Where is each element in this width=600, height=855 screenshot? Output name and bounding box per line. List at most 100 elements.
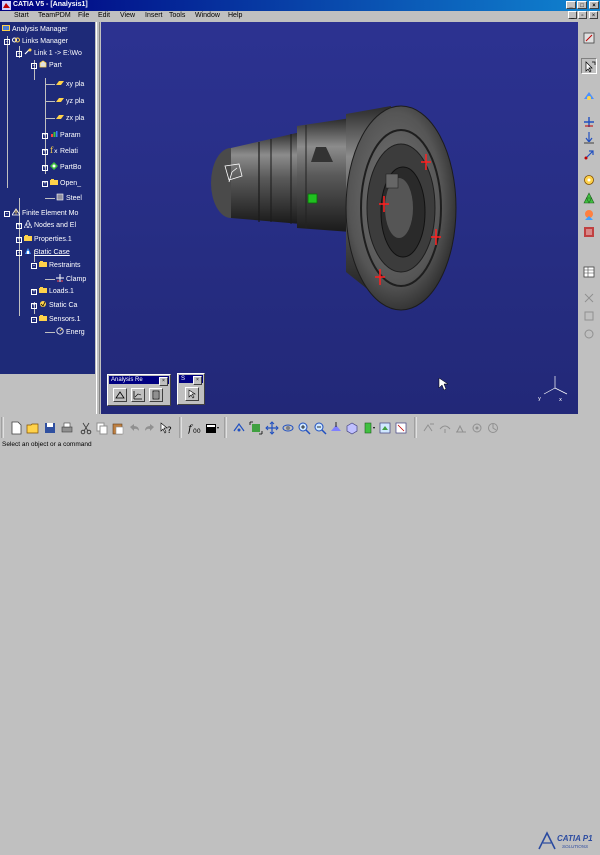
undo-button[interactable]	[126, 420, 142, 436]
paste-button[interactable]	[110, 420, 126, 436]
menu-help[interactable]: Help	[228, 12, 242, 19]
collapse-toggle[interactable]: -	[31, 263, 37, 269]
load-tool-button[interactable]	[581, 130, 597, 146]
whats-this-button[interactable]: ?	[158, 420, 174, 436]
deformation-button[interactable]	[113, 388, 127, 402]
expand-toggle[interactable]: +	[42, 165, 48, 171]
copy-button[interactable]	[94, 420, 110, 436]
new-button[interactable]	[8, 420, 24, 436]
expand-toggle[interactable]: +	[42, 181, 48, 187]
tree-node-properties[interactable]: + Properties.1	[16, 234, 72, 244]
view-select-button[interactable]	[344, 420, 360, 436]
tree-node-partbody[interactable]: + PartBo	[42, 162, 81, 172]
specification-tree[interactable]: Analysis Manager - Links Manager - Link 1 …	[0, 22, 95, 374]
swap-space-button[interactable]	[393, 420, 409, 436]
tree-node-part[interactable]: - Part	[31, 60, 62, 70]
load-marker[interactable]	[307, 193, 318, 204]
disabled-tool-button-3[interactable]	[581, 326, 597, 342]
analysis-tool-button-3[interactable]	[453, 420, 469, 436]
mesh-tool-button[interactable]	[581, 190, 597, 206]
pan-button[interactable]	[264, 420, 280, 436]
menu-teampdm[interactable]: TeamPDM	[38, 12, 71, 19]
collapse-toggle[interactable]: -	[4, 211, 10, 217]
table-tool-button[interactable]	[581, 264, 597, 280]
tree-node-restraints[interactable]: - Restraints	[31, 260, 81, 270]
menu-edit[interactable]: Edit	[98, 12, 110, 19]
compute-tool-button[interactable]	[581, 172, 597, 188]
collapse-toggle[interactable]: -	[31, 63, 37, 69]
disabled-tool-button-1[interactable]	[581, 290, 597, 306]
analysis-results-toolbar[interactable]: Analysis Re ×	[107, 374, 171, 406]
menu-insert[interactable]: Insert	[145, 12, 163, 19]
restraint-tool-button[interactable]	[581, 114, 597, 130]
expand-toggle[interactable]: +	[16, 237, 22, 243]
menu-window[interactable]: Window	[195, 12, 220, 19]
tree-node-clamp[interactable]: Clamp	[56, 274, 86, 284]
3d-viewport[interactable]: x y Analysis Re × S ×	[101, 22, 578, 414]
expand-toggle[interactable]: +	[42, 149, 48, 155]
displacement-button[interactable]	[149, 388, 163, 402]
expand-toggle[interactable]: +	[31, 303, 37, 309]
collapse-toggle[interactable]: -	[4, 39, 10, 45]
tree-node-links-manager[interactable]: - Links Manager	[4, 36, 68, 46]
select-tool-button[interactable]	[581, 58, 597, 74]
menu-view[interactable]: View	[120, 12, 135, 19]
expand-toggle[interactable]: +	[42, 133, 48, 139]
von-mises-button[interactable]	[131, 388, 145, 402]
fit-all-button[interactable]	[248, 420, 264, 436]
report-tool-button[interactable]	[581, 224, 597, 240]
tree-node-loads[interactable]: + Loads.1	[31, 286, 74, 296]
doc-minimize-button[interactable]: _	[568, 11, 577, 19]
tree-node-static-case[interactable]: - Static Case	[16, 247, 70, 257]
tree-node-static-solution[interactable]: + Static Ca	[31, 300, 77, 310]
open-button[interactable]	[25, 420, 41, 436]
menu-start[interactable]: Start	[14, 12, 29, 19]
tree-node-open-body[interactable]: + Open_	[42, 178, 81, 188]
save-button[interactable]	[42, 420, 58, 436]
formula-button[interactable]: f 00	[187, 420, 203, 436]
pointer-tool-button[interactable]	[185, 387, 199, 401]
cut-button[interactable]	[78, 420, 94, 436]
expand-toggle[interactable]: +	[16, 223, 22, 229]
sketch-tool-button[interactable]	[581, 30, 597, 46]
fly-mode-button[interactable]	[231, 420, 247, 436]
tree-node-link[interactable]: - Link 1 -> E:\Wo	[16, 48, 82, 58]
expand-toggle[interactable]: +	[31, 289, 37, 295]
analysis-tool-button-1[interactable]	[421, 420, 437, 436]
small-floating-toolbar[interactable]: S ×	[177, 373, 205, 405]
catia-app-icon[interactable]	[2, 1, 11, 10]
part-geometry[interactable]: x y	[101, 22, 578, 414]
disabled-tool-button-2[interactable]	[581, 308, 597, 324]
normal-view-button[interactable]	[328, 420, 344, 436]
tree-node-parameters[interactable]: + Param	[42, 130, 81, 140]
doc-restore-button[interactable]: ▫	[578, 11, 587, 19]
tree-node-analysis-manager[interactable]: Analysis Manager	[2, 24, 68, 34]
maximize-button[interactable]: □	[577, 1, 587, 9]
image-tool-button[interactable]	[581, 207, 597, 223]
tree-node-yz-plane[interactable]: yz pla	[56, 96, 84, 106]
analysis-tool-button-5[interactable]	[485, 420, 501, 436]
collapse-toggle[interactable]: -	[31, 317, 37, 323]
print-button[interactable]	[59, 420, 75, 436]
analysis-tool-button-2[interactable]	[437, 420, 453, 436]
tree-node-sensors[interactable]: - Sensors.1	[31, 314, 81, 324]
collapse-toggle[interactable]: -	[16, 51, 22, 57]
menu-tools[interactable]: Tools	[169, 12, 185, 19]
doc-close-button[interactable]: ×	[589, 11, 598, 19]
minimize-button[interactable]: _	[566, 1, 576, 9]
catalog-button[interactable]	[204, 420, 220, 436]
rotate-button[interactable]	[280, 420, 296, 436]
tree-node-nodes-elements[interactable]: + Nodes and El	[16, 220, 76, 230]
zoom-in-button[interactable]	[296, 420, 312, 436]
menu-file[interactable]: File	[78, 12, 89, 19]
compass-icon[interactable]: x y	[538, 376, 568, 403]
zoom-out-button[interactable]	[312, 420, 328, 436]
tree-node-xy-plane[interactable]: xy pla	[56, 79, 84, 89]
close-button[interactable]: ×	[589, 1, 599, 9]
collapse-toggle[interactable]: -	[16, 250, 22, 256]
shading-button[interactable]	[361, 420, 377, 436]
tree-node-steel[interactable]: Steel	[56, 193, 82, 203]
small-toolbar-close-button[interactable]: ×	[193, 376, 202, 385]
hide-show-button[interactable]	[377, 420, 393, 436]
properties-tool-button[interactable]	[581, 88, 597, 104]
